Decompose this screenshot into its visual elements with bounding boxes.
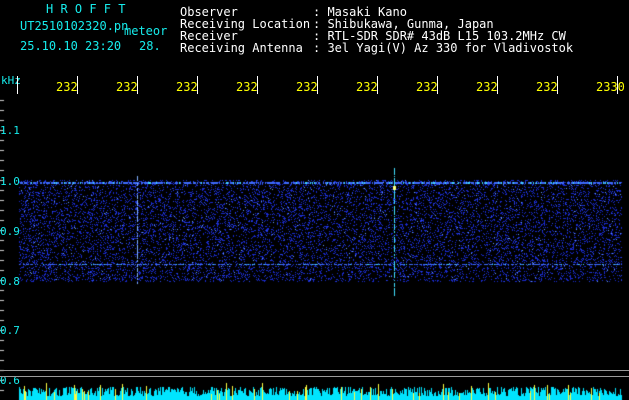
x-label-10: 2330 (596, 80, 625, 94)
datetime: 25.10.10 23:20 (20, 39, 122, 53)
count: 28. (139, 39, 161, 53)
waterfall-canvas (0, 0, 629, 400)
x-tickmark (137, 76, 138, 94)
x-label-4: 232 (236, 80, 258, 94)
app-title: H R O F F T (46, 2, 126, 16)
x-tickmark (17, 76, 18, 94)
x-tickmark (437, 76, 438, 94)
x-label-1: 232 (56, 80, 78, 94)
antenna-label: Receiving Antenna (180, 41, 303, 55)
y-label-0-9: 0.9 (0, 225, 20, 238)
x-label-5: 232 (296, 80, 318, 94)
x-label-8: 232 (476, 80, 498, 94)
x-tickmark (377, 76, 378, 94)
x-tickmark (557, 76, 558, 94)
spectrogram-window: H R O F F T UT2510102320.pn meteor 25.10… (0, 0, 629, 400)
y-label-1-1: 1.1 (0, 124, 20, 137)
x-label-7: 232 (416, 80, 438, 94)
x-label-9: 232 (536, 80, 558, 94)
antenna-value: : 3el Yagi(V) Az 330 for Vladivostok (313, 41, 574, 55)
x-label-6: 232 (356, 80, 378, 94)
x-tickmark (77, 76, 78, 94)
y-label-0-8: 0.8 (0, 275, 20, 288)
x-tickmark (617, 76, 618, 94)
y-label-1-0: 1.0 (0, 175, 20, 188)
baseline-grid-line (0, 376, 629, 377)
meteor-label: meteor (124, 24, 168, 38)
x-label-3: 232 (176, 80, 198, 94)
filename: UT2510102320.pn (20, 19, 129, 33)
x-tickmark (197, 76, 198, 94)
baseline-grid-line (0, 370, 629, 371)
x-tickmark (257, 76, 258, 94)
x-label-2: 232 (116, 80, 138, 94)
x-tickmark (317, 76, 318, 94)
y-label-0-7: 0.7 (0, 324, 20, 337)
x-tickmark (497, 76, 498, 94)
